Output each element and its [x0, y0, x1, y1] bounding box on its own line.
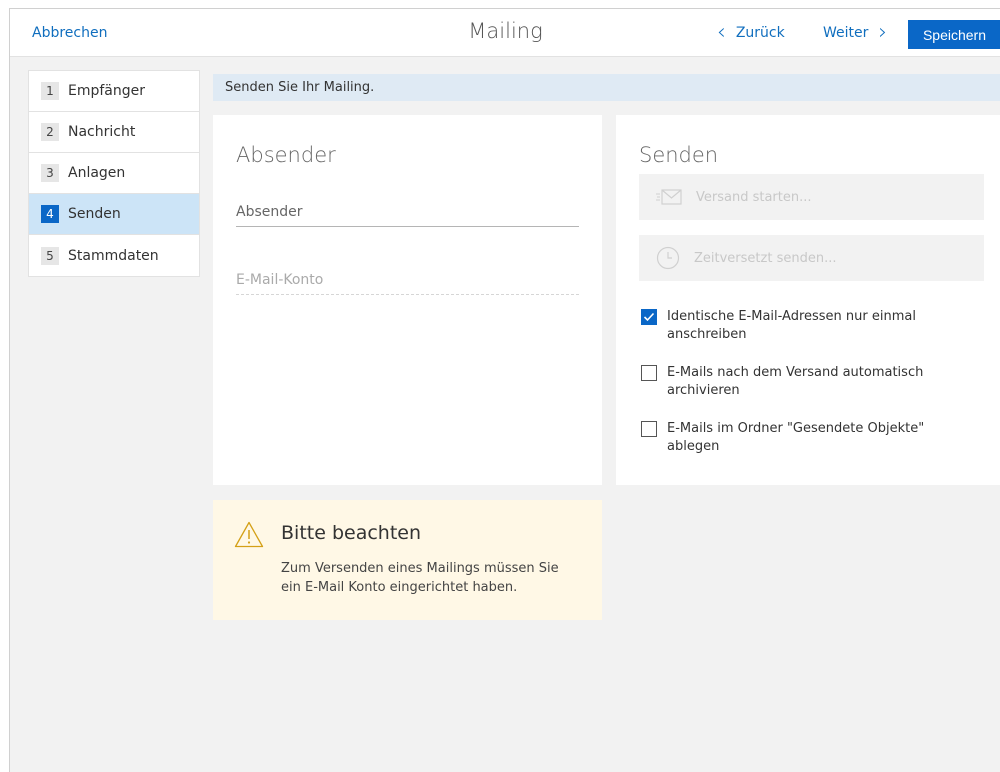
- option-label-line2: anschreiben: [667, 327, 747, 342]
- step-number: 3: [41, 164, 59, 182]
- sidebar-item-stammdaten[interactable]: 5 Stammdaten: [29, 235, 199, 276]
- chevron-right-icon: ›: [878, 20, 888, 45]
- option-auto-archive[interactable]: E-Mails nach dem Versand automatisch arc…: [641, 364, 971, 400]
- steps-sidebar: 1 Empfänger 2 Nachricht 3 Anlagen 4 Send…: [28, 70, 200, 277]
- checkbox-checked[interactable]: [641, 309, 657, 325]
- header-bar: Abbrechen Mailing ‹ Zurück Weiter › Spei…: [10, 9, 1000, 57]
- warning-box: Bitte beachten Zum Versenden eines Maili…: [213, 500, 602, 620]
- step-label: Empfänger: [68, 83, 146, 99]
- envelope-icon: [656, 189, 682, 205]
- option-label-line1: E-Mails im Ordner "Gesendete Objekte": [667, 421, 925, 436]
- sender-card: Absender Absender E-Mail-Konto: [213, 115, 602, 485]
- checkmark-icon: [643, 312, 655, 322]
- option-label: Identische E-Mail-Adressen nur einmal an…: [667, 308, 916, 344]
- sidebar-item-senden[interactable]: 4 Senden: [29, 194, 199, 235]
- option-label-line2: ablegen: [667, 439, 720, 454]
- send-card-title: Senden: [639, 143, 719, 167]
- sidebar-item-nachricht[interactable]: 2 Nachricht: [29, 112, 199, 153]
- step-label: Anlagen: [68, 165, 126, 181]
- step-number: 5: [41, 246, 59, 265]
- delayed-send-button[interactable]: Zeitversetzt senden...: [639, 235, 984, 281]
- start-sending-button[interactable]: Versand starten...: [639, 174, 984, 220]
- step-number: 4: [41, 205, 59, 223]
- step-number: 1: [41, 82, 59, 100]
- sidebar-item-empfaenger[interactable]: 1 Empfänger: [29, 71, 199, 112]
- email-account-field[interactable]: E-Mail-Konto: [236, 272, 579, 295]
- step-label: Senden: [68, 206, 121, 222]
- next-label: Weiter: [823, 25, 869, 41]
- option-label-line1: Identische E-Mail-Adressen nur einmal: [667, 309, 916, 324]
- back-label: Zurück: [735, 25, 785, 41]
- warning-icon: [234, 521, 264, 552]
- sidebar-item-anlagen[interactable]: 3 Anlagen: [29, 153, 199, 194]
- warning-text: Zum Versenden eines Mailings müssen Sie …: [281, 559, 581, 597]
- step-number: 2: [41, 123, 59, 141]
- step-label: Stammdaten: [68, 247, 159, 264]
- info-bar: Senden Sie Ihr Mailing.: [213, 74, 1000, 101]
- back-button[interactable]: ‹ Zurück: [717, 20, 785, 45]
- option-sent-items-folder[interactable]: E-Mails im Ordner "Gesendete Objekte" ab…: [641, 420, 971, 456]
- start-sending-label: Versand starten...: [696, 189, 812, 205]
- delayed-send-label: Zeitversetzt senden...: [694, 250, 837, 266]
- sender-card-title: Absender: [236, 143, 336, 167]
- option-label: E-Mails nach dem Versand automatisch arc…: [667, 364, 923, 400]
- sender-field[interactable]: Absender: [236, 204, 579, 227]
- chevron-left-icon: ‹: [717, 20, 726, 45]
- save-button[interactable]: Speichern: [908, 20, 1000, 49]
- step-label: Nachricht: [68, 124, 136, 140]
- next-button[interactable]: Weiter ›: [823, 20, 888, 45]
- mailing-window: Abbrechen Mailing ‹ Zurück Weiter › Spei…: [9, 8, 1000, 772]
- clock-icon: [656, 246, 680, 270]
- option-label-line2: archivieren: [667, 383, 740, 398]
- warning-text-line1: Zum Versenden eines Mailings müssen Sie: [281, 561, 559, 576]
- checkbox[interactable]: [641, 365, 657, 381]
- checkbox[interactable]: [641, 421, 657, 437]
- send-card: Senden Versand starten... Zeitversetzt s…: [616, 115, 1000, 485]
- option-unique-addresses[interactable]: Identische E-Mail-Adressen nur einmal an…: [641, 308, 971, 344]
- warning-text-line2: ein E-Mail Konto eingerichtet haben.: [281, 580, 518, 595]
- warning-title: Bitte beachten: [281, 522, 422, 544]
- option-label: E-Mails im Ordner "Gesendete Objekte" ab…: [667, 420, 924, 456]
- option-label-line1: E-Mails nach dem Versand automatisch: [667, 365, 924, 380]
- cancel-button[interactable]: Abbrechen: [32, 25, 107, 41]
